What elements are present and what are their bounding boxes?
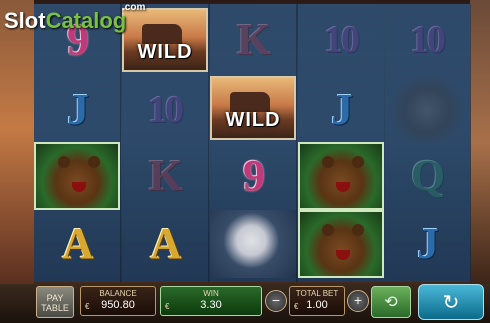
- spin-button[interactable]: ↻: [418, 284, 484, 320]
- symbol-king: K: [236, 15, 271, 64]
- symbol-bison: [384, 76, 470, 144]
- symbol-nine: 9: [243, 151, 265, 200]
- bet-decrease-button[interactable]: −: [265, 290, 287, 312]
- canyon-right-border: [470, 0, 490, 285]
- reel-4: 10 J: [298, 4, 385, 282]
- currency-symbol: €: [294, 302, 299, 311]
- refresh-icon: ⟲: [384, 292, 398, 311]
- wild-icon: WILD: [122, 8, 208, 72]
- currency-symbol: €: [165, 302, 170, 311]
- bison-icon: [384, 76, 470, 144]
- win-panel: WIN 3.30 €: [160, 286, 262, 316]
- wild-icon: WILD: [210, 76, 296, 140]
- win-value: 3.30: [200, 299, 222, 311]
- reel-3: K WILD 9: [210, 4, 297, 282]
- autoplay-button[interactable]: ⟲: [371, 286, 411, 318]
- bear-icon: [298, 210, 384, 278]
- symbol-bear: [298, 210, 384, 278]
- balance-value: 950.80: [101, 299, 135, 311]
- reel-1: 9 J A: [34, 4, 121, 282]
- symbol-jack: J: [331, 85, 353, 134]
- symbol-bear: [298, 142, 384, 210]
- symbol-ten: 10: [324, 19, 360, 61]
- reel-area: 9 J A WILD 10 K A K WILD 9 10 J 10 Q J: [34, 4, 471, 282]
- symbol-wild: WILD: [122, 6, 208, 74]
- bear-icon: [298, 142, 384, 210]
- total-bet-panel: TOTAL BET 1.00 €: [289, 286, 345, 316]
- symbol-ten: 10: [148, 89, 184, 131]
- paytable-button[interactable]: PAY TABLE: [36, 286, 74, 318]
- eagle-icon: [210, 210, 296, 278]
- currency-symbol: €: [85, 302, 90, 311]
- symbol-jack: J: [67, 85, 89, 134]
- balance-panel: BALANCE 950.80 €: [80, 286, 156, 316]
- reel-5: 10 Q J: [384, 4, 471, 282]
- symbol-ten: 10: [410, 19, 446, 61]
- symbol-ace: A: [150, 219, 182, 268]
- circular-arrow-icon: ↻: [442, 290, 460, 314]
- symbol-king: K: [148, 151, 183, 200]
- symbol-queen: Q: [410, 151, 445, 200]
- symbol-jack: J: [417, 219, 439, 268]
- symbol-wild: WILD: [210, 74, 296, 142]
- symbol-eagle: [210, 210, 296, 278]
- canyon-left-border: [0, 0, 34, 285]
- symbol-bear: [34, 142, 120, 210]
- symbol-ace: A: [62, 219, 94, 268]
- site-logo: SlotCatalog .com: [4, 2, 146, 33]
- bear-icon: [34, 142, 120, 210]
- bet-increase-button[interactable]: +: [347, 290, 369, 312]
- reel-2: WILD 10 K A: [122, 4, 209, 282]
